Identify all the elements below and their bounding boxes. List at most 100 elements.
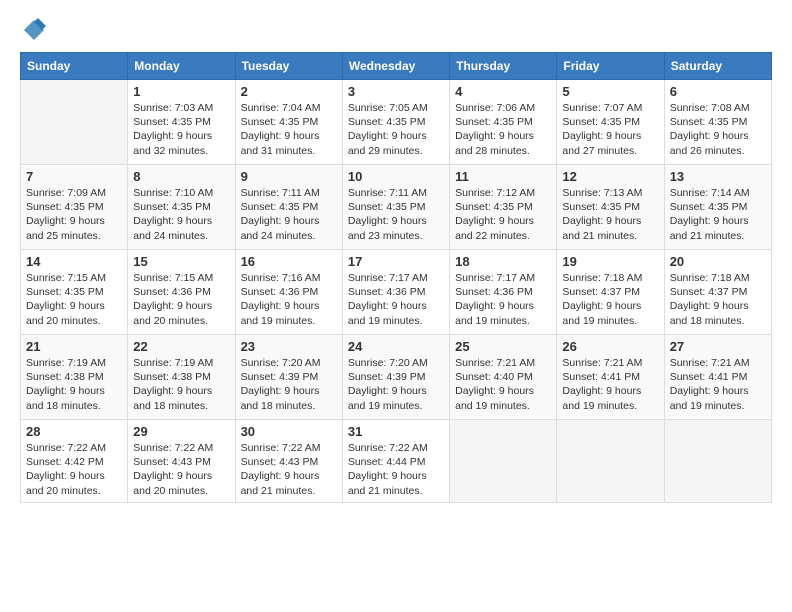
sunrise-text: Sunrise: 7:22 AM	[26, 442, 106, 454]
daylight-text: Daylight: 9 hours and 19 minutes.	[348, 300, 427, 326]
sunrise-text: Sunrise: 7:22 AM	[241, 442, 321, 454]
sunset-text: Sunset: 4:35 PM	[455, 201, 533, 213]
day-number: 10	[348, 169, 444, 184]
daylight-text: Daylight: 9 hours and 20 minutes.	[133, 300, 212, 326]
day-info: Sunrise: 7:09 AMSunset: 4:35 PMDaylight:…	[26, 186, 122, 243]
day-number: 15	[133, 254, 229, 269]
calendar-cell: 11Sunrise: 7:12 AMSunset: 4:35 PMDayligh…	[450, 165, 557, 250]
daylight-text: Daylight: 9 hours and 18 minutes.	[26, 385, 105, 411]
daylight-text: Daylight: 9 hours and 28 minutes.	[455, 130, 534, 156]
sunset-text: Sunset: 4:35 PM	[670, 116, 748, 128]
daylight-text: Daylight: 9 hours and 18 minutes.	[670, 300, 749, 326]
daylight-text: Daylight: 9 hours and 19 minutes.	[241, 300, 320, 326]
daylight-text: Daylight: 9 hours and 19 minutes.	[455, 385, 534, 411]
daylight-text: Daylight: 9 hours and 29 minutes.	[348, 130, 427, 156]
sunset-text: Sunset: 4:37 PM	[562, 286, 640, 298]
calendar-cell: 7 Sunrise: 7:09 AMSunset: 4:35 PMDaylight…	[21, 165, 128, 250]
calendar-cell: 27Sunrise: 7:21 AMSunset: 4:41 PMDayligh…	[664, 335, 771, 420]
sunset-text: Sunset: 4:41 PM	[562, 371, 640, 383]
daylight-text: Daylight: 9 hours and 19 minutes.	[455, 300, 534, 326]
day-number: 7	[26, 169, 122, 184]
calendar-cell: 1Sunrise: 7:03 AMSunset: 4:35 PMDaylight…	[128, 80, 235, 165]
day-info: Sunrise: 7:19 AMSunset: 4:38 PMDaylight:…	[26, 356, 122, 413]
calendar-cell: 4Sunrise: 7:06 AMSunset: 4:35 PMDaylight…	[450, 80, 557, 165]
day-number: 2	[241, 84, 337, 99]
day-number: 11	[455, 169, 551, 184]
day-info: Sunrise: 7:21 AMSunset: 4:40 PMDaylight:…	[455, 356, 551, 413]
day-info: Sunrise: 7:07 AMSunset: 4:35 PMDaylight:…	[562, 101, 658, 158]
sunrise-text: Sunrise: 7:18 AM	[562, 272, 642, 284]
day-info: Sunrise: 7:22 AM Sunset: 4:42 PM Daylight:…	[26, 441, 122, 498]
sunrise-text: Sunrise: 7:19 AM	[133, 357, 213, 369]
daylight-text: Daylight: 9 hours and 24 minutes.	[241, 215, 320, 241]
calendar-table: SundayMondayTuesdayWednesdayThursdayFrid…	[20, 52, 772, 503]
day-number: 26	[562, 339, 658, 354]
day-info: Sunrise: 7:20 AMSunset: 4:39 PMDaylight:…	[348, 356, 444, 413]
sunset-text: Sunset: 4:43 PM	[241, 456, 319, 468]
sunrise-text: Sunrise: 7:12 AM	[455, 187, 535, 199]
day-number: 12	[562, 169, 658, 184]
calendar-cell: 15 Sunrise: 7:15 AM Sunset: 4:36 PM Dayligh…	[128, 250, 235, 335]
calendar-cell	[664, 420, 771, 503]
sunrise-text: Sunrise: 7:10 AM	[133, 187, 213, 199]
sunrise-text: Sunrise: 7:11 AM	[241, 187, 320, 199]
day-info: Sunrise: 7:13 AMSunset: 4:35 PMDaylight:…	[562, 186, 658, 243]
sunset-text: Sunset: 4:35 PM	[348, 201, 426, 213]
daylight-text: Daylight: 9 hours and 20 minutes.	[26, 300, 105, 326]
sunrise-text: Sunrise: 7:14 AM	[670, 187, 750, 199]
calendar-cell: 29Sunrise: 7:22 AMSunset: 4:43 PMDayligh…	[128, 420, 235, 503]
calendar-cell: 30Sunrise: 7:22 AMSunset: 4:43 PMDayligh…	[235, 420, 342, 503]
sunset-text: Sunset: 4:36 PM	[133, 286, 211, 298]
sunset-text: Sunset: 4:35 PM	[455, 116, 533, 128]
daylight-text: Daylight: 9 hours and 21 minutes.	[562, 215, 641, 241]
calendar-cell: 10Sunrise: 7:11 AMSunset: 4:35 PMDayligh…	[342, 165, 449, 250]
calendar-cell: 22Sunrise: 7:19 AMSunset: 4:38 PMDayligh…	[128, 335, 235, 420]
sunset-text: Sunset: 4:36 PM	[348, 286, 426, 298]
calendar-week-row: 7 Sunrise: 7:09 AMSunset: 4:35 PMDaylight…	[21, 165, 772, 250]
daylight-text: Daylight: 9 hours and 20 minutes.	[26, 470, 105, 496]
daylight-text: Daylight: 9 hours and 18 minutes.	[133, 385, 212, 411]
calendar-cell	[557, 420, 664, 503]
sunset-text: Sunset: 4:38 PM	[26, 371, 104, 383]
day-number: 18	[455, 254, 551, 269]
calendar-cell	[21, 80, 128, 165]
sunrise-text: Sunrise: 7:08 AM	[670, 102, 750, 114]
calendar-cell: 16Sunrise: 7:16 AMSunset: 4:36 PMDayligh…	[235, 250, 342, 335]
calendar-cell: 23Sunrise: 7:20 AMSunset: 4:39 PMDayligh…	[235, 335, 342, 420]
weekday-header: Saturday	[664, 53, 771, 80]
daylight-text: Daylight: 9 hours and 19 minutes.	[562, 300, 641, 326]
daylight-text: Daylight: 9 hours and 25 minutes.	[26, 215, 105, 241]
sunrise-text: Sunrise: 7:20 AM	[348, 357, 428, 369]
day-info: Sunrise: 7:11 AMSunset: 4:35 PMDaylight:…	[348, 186, 444, 243]
day-info: Sunrise: 7:17 AMSunset: 4:36 PMDaylight:…	[348, 271, 444, 328]
sunrise-text: Sunrise: 7:15 AM	[133, 272, 213, 284]
calendar-cell: 31Sunrise: 7:22 AMSunset: 4:44 PMDayligh…	[342, 420, 449, 503]
sunset-text: Sunset: 4:35 PM	[133, 201, 211, 213]
sunrise-text: Sunrise: 7:06 AM	[455, 102, 535, 114]
sunrise-text: Sunrise: 7:11 AM	[348, 187, 427, 199]
calendar-cell: 17Sunrise: 7:17 AMSunset: 4:36 PMDayligh…	[342, 250, 449, 335]
day-number: 1	[133, 84, 229, 99]
day-number: 13	[670, 169, 766, 184]
day-number: 25	[455, 339, 551, 354]
day-number: 24	[348, 339, 444, 354]
calendar-cell: 3Sunrise: 7:05 AMSunset: 4:35 PMDaylight…	[342, 80, 449, 165]
day-info: Sunrise: 7:16 AMSunset: 4:36 PMDaylight:…	[241, 271, 337, 328]
weekday-header: Sunday	[21, 53, 128, 80]
calendar-cell: 6Sunrise: 7:08 AMSunset: 4:35 PMDaylight…	[664, 80, 771, 165]
sunset-text: Sunset: 4:35 PM	[241, 201, 319, 213]
weekday-header: Thursday	[450, 53, 557, 80]
sunset-text: Sunset: 4:37 PM	[670, 286, 748, 298]
day-info: Sunrise: 7:22 AMSunset: 4:43 PMDaylight:…	[133, 441, 229, 498]
sunset-text: Sunset: 4:35 PM	[26, 201, 104, 213]
sunrise-text: Sunrise: 7:22 AM	[133, 442, 213, 454]
sunrise-text: Sunrise: 7:07 AM	[562, 102, 642, 114]
calendar-cell: 19Sunrise: 7:18 AMSunset: 4:37 PMDayligh…	[557, 250, 664, 335]
calendar-week-row: 1Sunrise: 7:03 AMSunset: 4:35 PMDaylight…	[21, 80, 772, 165]
sunset-text: Sunset: 4:42 PM	[26, 456, 104, 468]
sunset-text: Sunset: 4:41 PM	[670, 371, 748, 383]
sunrise-text: Sunrise: 7:21 AM	[562, 357, 642, 369]
sunrise-text: Sunrise: 7:05 AM	[348, 102, 428, 114]
day-info: Sunrise: 7:15 AMSunset: 4:35 PMDaylight:…	[26, 271, 122, 328]
sunrise-text: Sunrise: 7:21 AM	[670, 357, 750, 369]
